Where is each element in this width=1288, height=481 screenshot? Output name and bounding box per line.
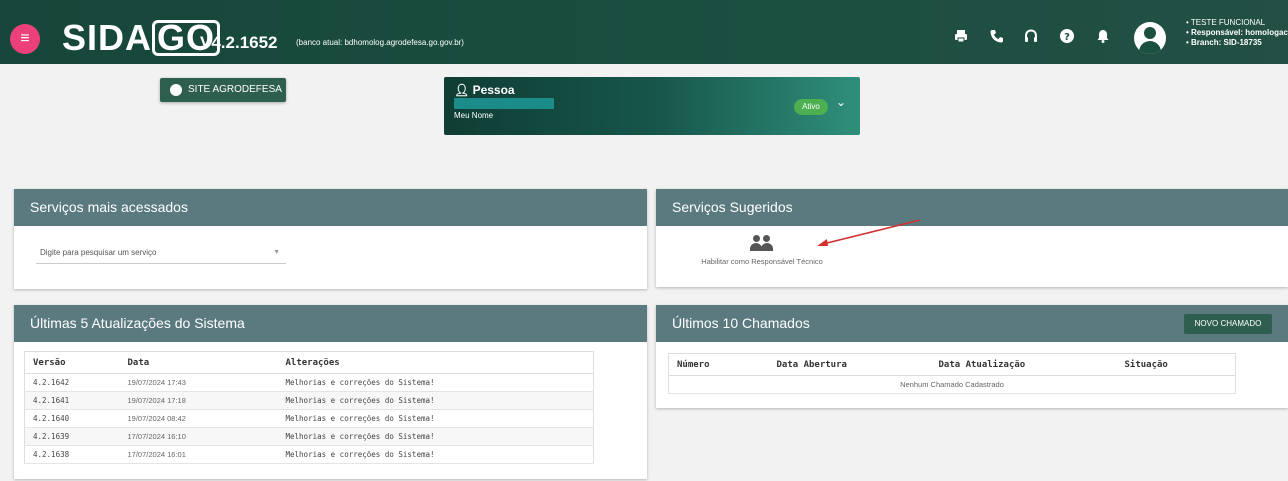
cell-data: 17/07/2024 16:01	[119, 445, 278, 464]
database-info: (banco atual: bdhomolog.agrodefesa.go.go…	[296, 38, 464, 47]
pessoa-card[interactable]: 👤︎ Pessoa Meu Nome Ativo ⌄	[444, 77, 860, 135]
servicos-acessados-body: Digite para pesquisar um serviço ▼	[14, 226, 647, 289]
col-data-atualizacao[interactable]: Data Atualização	[930, 353, 1117, 376]
col-numero[interactable]: Número	[668, 353, 769, 376]
bell-icon[interactable]	[1094, 28, 1112, 46]
table-header-row: Versão Data Alterações	[24, 351, 594, 374]
cell-alteracoes: Melhorias e correções do Sistema!	[277, 391, 594, 410]
top-header: ≡ SIDA GO V4.2.1652 (banco atual: bdhomol…	[0, 0, 1288, 64]
avatar-head	[1144, 27, 1156, 39]
cell-data: 19/07/2024 17:18	[119, 391, 278, 410]
cell-alteracoes: Melhorias e correções do Sistema!	[277, 373, 594, 392]
col-data-abertura[interactable]: Data Abertura	[768, 353, 931, 376]
avatar-body	[1139, 41, 1161, 54]
servicos-acessados-card: Serviços mais acessados Digite para pesq…	[14, 189, 647, 289]
cell-data: 19/07/2024 17:43	[119, 373, 278, 392]
pessoa-name: Meu Nome	[454, 111, 494, 120]
phone-icon[interactable]	[988, 28, 1006, 46]
chamados-card: Últimos 10 Chamados NOVO CHAMADO Número …	[656, 305, 1288, 408]
chevron-down-icon[interactable]: ⌄	[836, 95, 846, 109]
site-button-label: SITE AGRODEFESA	[188, 84, 282, 95]
col-versao[interactable]: Versão	[24, 351, 120, 374]
table-row[interactable]: 4.2.1640 19/07/2024 08:42 Melhorias e co…	[24, 409, 594, 428]
logo-text: SIDA	[62, 17, 153, 58]
cell-alteracoes: Melhorias e correções do Sistema!	[277, 427, 594, 446]
site-agrodefesa-button[interactable]: SITE AGRODEFESA	[160, 78, 286, 102]
col-data[interactable]: Data	[119, 351, 278, 374]
app-version: V4.2.1652	[200, 33, 278, 52]
empty-message: Nenhum Chamado Cadastrado	[668, 375, 1236, 394]
user-name: TESTE FUNCIONAL	[1186, 18, 1288, 28]
table-row[interactable]: 4.2.1638 17/07/2024 16:01 Melhorias e co…	[24, 445, 594, 464]
habilitar-rt-service[interactable]: Habilitar como Responsável Técnico	[694, 235, 830, 266]
menu-icon[interactable]: ≡	[10, 24, 40, 54]
cell-data: 17/07/2024 16:10	[119, 427, 278, 446]
cell-alteracoes: Melhorias e correções do Sistema!	[277, 445, 594, 464]
atualizacoes-title: Últimas 5 Atualizações do Sistema	[14, 305, 647, 342]
annotation-arrow	[817, 219, 921, 246]
atualizacoes-card: Últimas 5 Atualizações do Sistema Versão…	[14, 305, 647, 479]
pessoa-redacted-bar	[454, 98, 554, 109]
servicos-sugeridos-card: Serviços Sugeridos Habilitar como Respon…	[656, 189, 1288, 287]
headset-icon[interactable]	[1022, 28, 1040, 46]
col-situacao[interactable]: Situação	[1116, 353, 1236, 376]
table-header-row: Número Data Abertura Data Atualização Si…	[668, 353, 1236, 376]
novo-chamado-button[interactable]: NOVO CHAMADO	[1184, 314, 1272, 334]
globe-icon	[170, 84, 182, 96]
table-row[interactable]: 4.2.1641 19/07/2024 17:18 Melhorias e co…	[24, 391, 594, 410]
print-icon[interactable]	[952, 28, 970, 46]
cell-versao: 4.2.1640	[24, 409, 120, 428]
cell-data: 19/07/2024 08:42	[119, 409, 278, 428]
cell-versao: 4.2.1641	[24, 391, 120, 410]
user-responsavel: Responsável: homologac	[1186, 28, 1288, 38]
pessoa-title-text: Pessoa	[472, 83, 515, 97]
person-icon: 👤︎	[454, 83, 470, 97]
caret-down-icon: ▼	[273, 249, 280, 256]
cell-versao: 4.2.1642	[24, 373, 120, 392]
user-branch: Branch: SID-18735	[1186, 38, 1288, 48]
servico-search-placeholder: Digite para pesquisar um serviço	[40, 248, 157, 257]
cell-versao: 4.2.1638	[24, 445, 120, 464]
servicos-acessados-title: Serviços mais acessados	[14, 189, 647, 226]
atualizacoes-table: Versão Data Alterações 4.2.1642 19/07/20…	[24, 351, 594, 464]
account-icon[interactable]	[1134, 22, 1166, 54]
col-alteracoes[interactable]: Alterações	[277, 351, 594, 374]
cell-alteracoes: Melhorias e correções do Sistema!	[277, 409, 594, 428]
table-row: Nenhum Chamado Cadastrado	[668, 375, 1236, 394]
table-row[interactable]: 4.2.1642 19/07/2024 17:43 Melhorias e co…	[24, 373, 594, 392]
status-badge: Ativo	[794, 99, 828, 115]
app-logo[interactable]: SIDA GO	[62, 17, 221, 58]
svg-text:?: ?	[1064, 32, 1070, 43]
pessoa-title: 👤︎ Pessoa	[454, 83, 515, 97]
table-row[interactable]: 4.2.1639 17/07/2024 16:10 Melhorias e co…	[24, 427, 594, 446]
people-icon	[750, 235, 774, 251]
habilitar-rt-label: Habilitar como Responsável Técnico	[701, 257, 823, 266]
help-icon[interactable]: ?	[1058, 28, 1076, 46]
servico-search-input[interactable]: Digite para pesquisar um serviço ▼	[36, 244, 286, 264]
chamados-table: Número Data Abertura Data Atualização Si…	[668, 353, 1236, 394]
cell-versao: 4.2.1639	[24, 427, 120, 446]
user-info: TESTE FUNCIONAL Responsável: homologac B…	[1186, 18, 1288, 48]
servicos-sugeridos-title: Serviços Sugeridos	[656, 189, 1288, 226]
